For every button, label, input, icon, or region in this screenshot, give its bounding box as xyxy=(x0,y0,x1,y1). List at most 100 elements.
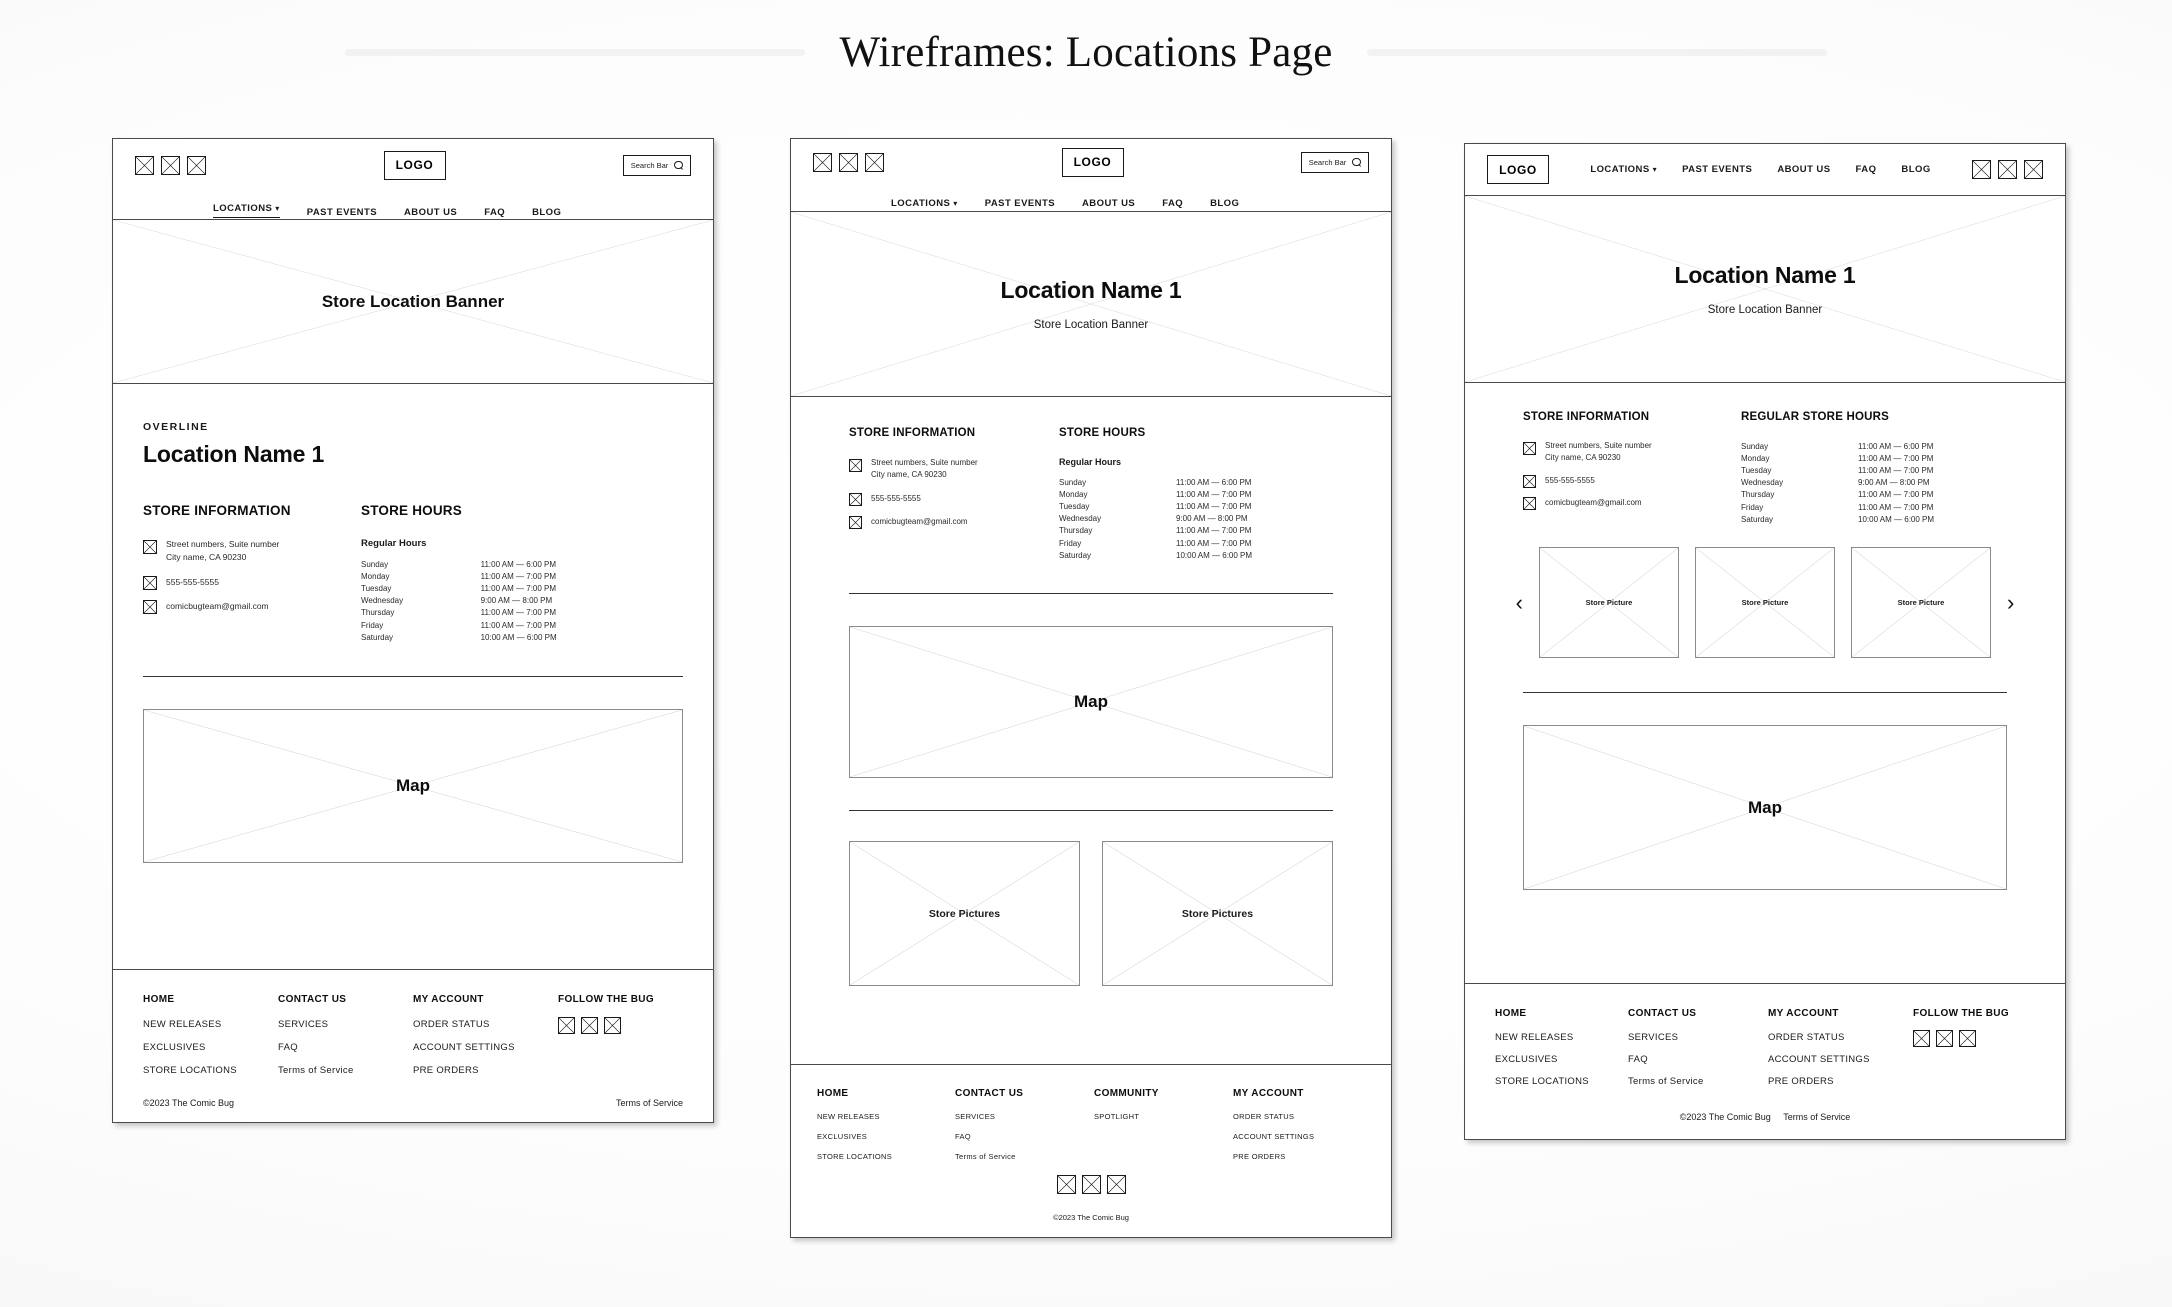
nav-item-about-us[interactable]: ABOUT US xyxy=(1777,164,1830,175)
map-placeholder[interactable]: Map xyxy=(1523,725,2007,891)
terms-of-service-link[interactable]: Terms of Service xyxy=(1783,1112,1850,1122)
nav-item-past-events[interactable]: PAST EVENTS xyxy=(985,198,1055,209)
footer-link[interactable]: Terms of Service xyxy=(955,1152,1094,1161)
social-icon-1[interactable] xyxy=(813,152,832,172)
footer-link[interactable]: Terms of Service xyxy=(278,1065,413,1076)
phone-row[interactable]: 555-555-5555 xyxy=(143,575,361,590)
nav-item-about-us[interactable]: ABOUT US xyxy=(1082,198,1135,209)
logo[interactable]: LOGO xyxy=(1061,147,1124,177)
footer-heading[interactable]: COMMUNITY xyxy=(1094,1088,1233,1099)
footer-link[interactable]: FAQ xyxy=(278,1042,413,1053)
social-icon-2[interactable] xyxy=(161,155,180,175)
footer-link[interactable]: EXCLUSIVES xyxy=(817,1132,955,1141)
footer-link[interactable]: PRE ORDERS xyxy=(1233,1152,1314,1161)
nav-item-locations[interactable]: LOCATIONS ▾ xyxy=(213,203,280,218)
footer-link[interactable]: FAQ xyxy=(955,1132,1094,1141)
footer-link[interactable]: STORE LOCATIONS xyxy=(1495,1076,1628,1087)
email-row[interactable]: comicbugteam@gmail.com xyxy=(849,516,1059,529)
footer-link[interactable]: ORDER STATUS xyxy=(1768,1032,1913,1043)
footer-heading[interactable]: HOME xyxy=(817,1088,955,1099)
social-icon-2[interactable] xyxy=(581,1017,598,1034)
social-icon-3[interactable] xyxy=(2023,160,2043,179)
header-social-icons[interactable] xyxy=(813,152,884,172)
carousel-next-arrow[interactable]: › xyxy=(2007,591,2014,614)
logo[interactable]: LOGO xyxy=(1487,155,1549,184)
primary-nav[interactable]: LOCATIONS ▾ PAST EVENTS ABOUT US FAQ BLOG xyxy=(791,185,1391,209)
nav-item-faq[interactable]: FAQ xyxy=(1162,198,1183,209)
footer-link[interactable]: ORDER STATUS xyxy=(1233,1112,1314,1121)
search-bar[interactable]: Search Bar xyxy=(1301,151,1369,173)
footer-link[interactable]: NEW RELEASES xyxy=(817,1112,955,1121)
social-icon-1[interactable] xyxy=(135,155,154,175)
terms-of-service-link[interactable]: Terms of Service xyxy=(616,1098,683,1108)
primary-nav[interactable]: LOCATIONS ▾ PAST EVENTS ABOUT US FAQ BLOG xyxy=(113,191,713,218)
phone-row[interactable]: 555-555-5555 xyxy=(849,493,1059,506)
social-icon-3[interactable] xyxy=(865,152,884,172)
header-social-icons[interactable] xyxy=(1971,160,2043,179)
social-icon-2[interactable] xyxy=(839,152,858,172)
footer-social-icons[interactable] xyxy=(1913,1030,2009,1047)
primary-nav[interactable]: LOCATIONS ▾ PAST EVENTS ABOUT US FAQ BLOG xyxy=(1590,164,1930,175)
footer-heading[interactable]: HOME xyxy=(1495,1008,1628,1019)
nav-item-faq[interactable]: FAQ xyxy=(1856,164,1877,175)
social-icon-2[interactable] xyxy=(1997,160,2017,179)
footer-heading[interactable]: MY ACCOUNT xyxy=(413,994,558,1005)
social-icon-1[interactable] xyxy=(1913,1030,1930,1047)
footer-link[interactable]: SPOTLIGHT xyxy=(1094,1112,1233,1121)
header-social-icons[interactable] xyxy=(135,155,206,175)
nav-item-past-events[interactable]: PAST EVENTS xyxy=(307,207,377,218)
social-icon-3[interactable] xyxy=(1959,1030,1976,1047)
logo[interactable]: LOGO xyxy=(383,150,446,180)
footer-link[interactable]: ORDER STATUS xyxy=(413,1019,558,1030)
social-icon-1[interactable] xyxy=(558,1017,575,1034)
footer-social-icons[interactable] xyxy=(558,1017,654,1034)
social-icon-2[interactable] xyxy=(1936,1030,1953,1047)
footer-social-icons[interactable] xyxy=(817,1175,1365,1194)
footer-link[interactable]: Terms of Service xyxy=(1628,1076,1768,1087)
store-picture-placeholder[interactable]: Store Pictures xyxy=(1102,841,1333,987)
store-picture-placeholder[interactable]: Store Pictures xyxy=(849,841,1080,987)
social-icon-1[interactable] xyxy=(1056,1175,1076,1194)
footer-link[interactable]: SERVICES xyxy=(955,1112,1094,1121)
footer-link[interactable]: NEW RELEASES xyxy=(143,1019,278,1030)
search-bar[interactable]: Search Bar xyxy=(623,154,691,176)
carousel-slide[interactable]: Store Picture xyxy=(1851,547,1991,659)
email-row[interactable]: comicbugteam@gmail.com xyxy=(143,599,361,614)
email-row[interactable]: comicbugteam@gmail.com xyxy=(1523,497,1741,510)
social-icon-3[interactable] xyxy=(1106,1175,1126,1194)
phone-row[interactable]: 555-555-5555 xyxy=(1523,475,1741,488)
footer-link[interactable]: EXCLUSIVES xyxy=(143,1042,278,1053)
nav-item-past-events[interactable]: PAST EVENTS xyxy=(1682,164,1752,175)
footer-link[interactable]: PRE ORDERS xyxy=(413,1065,558,1076)
footer-link[interactable]: ACCOUNT SETTINGS xyxy=(1768,1054,1913,1065)
nav-item-about-us[interactable]: ABOUT US xyxy=(404,207,457,218)
footer-heading[interactable]: CONTACT US xyxy=(1628,1008,1768,1019)
footer-heading[interactable]: MY ACCOUNT xyxy=(1233,1088,1314,1099)
footer-link[interactable]: PRE ORDERS xyxy=(1768,1076,1913,1087)
footer-heading[interactable]: HOME xyxy=(143,994,278,1005)
footer-link[interactable]: EXCLUSIVES xyxy=(1495,1054,1628,1065)
social-icon-2[interactable] xyxy=(1081,1175,1101,1194)
footer-heading[interactable]: CONTACT US xyxy=(278,994,413,1005)
nav-item-locations[interactable]: LOCATIONS ▾ xyxy=(1590,164,1657,175)
footer-link[interactable]: ACCOUNT SETTINGS xyxy=(1233,1132,1314,1141)
map-placeholder[interactable]: Map xyxy=(849,626,1333,779)
footer-link[interactable]: NEW RELEASES xyxy=(1495,1032,1628,1043)
carousel-slide[interactable]: Store Picture xyxy=(1695,547,1835,659)
nav-item-blog[interactable]: BLOG xyxy=(1210,198,1239,209)
carousel-slide[interactable]: Store Picture xyxy=(1539,547,1679,659)
nav-item-blog[interactable]: BLOG xyxy=(532,207,561,218)
footer-link[interactable]: STORE LOCATIONS xyxy=(143,1065,278,1076)
social-icon-3[interactable] xyxy=(187,155,206,175)
map-placeholder[interactable]: Map xyxy=(143,709,683,864)
nav-item-faq[interactable]: FAQ xyxy=(484,207,505,218)
nav-item-blog[interactable]: BLOG xyxy=(1901,164,1930,175)
footer-link[interactable]: SERVICES xyxy=(278,1019,413,1030)
footer-link[interactable]: FAQ xyxy=(1628,1054,1768,1065)
footer-heading[interactable]: MY ACCOUNT xyxy=(1768,1008,1913,1019)
social-icon-3[interactable] xyxy=(604,1017,621,1034)
carousel-prev-arrow[interactable]: ‹ xyxy=(1516,591,1523,614)
footer-link[interactable]: SERVICES xyxy=(1628,1032,1768,1043)
nav-item-locations[interactable]: LOCATIONS ▾ xyxy=(891,198,958,209)
footer-link[interactable]: STORE LOCATIONS xyxy=(817,1152,955,1161)
